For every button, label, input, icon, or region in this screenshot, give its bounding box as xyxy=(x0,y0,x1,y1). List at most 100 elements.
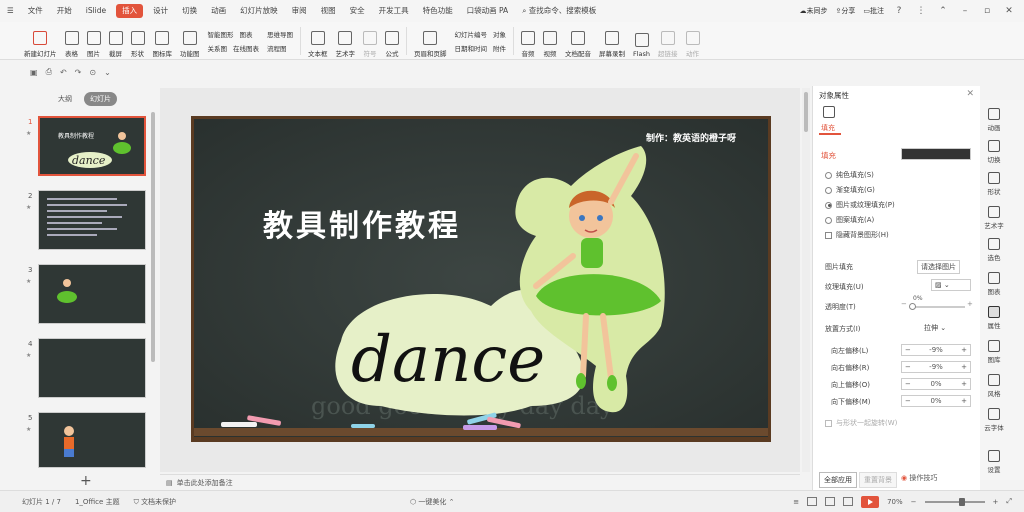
function-chart-button[interactable]: 功能图 xyxy=(176,24,204,58)
sidebar-style[interactable]: 风格 xyxy=(980,374,1008,398)
zoom-in-icon[interactable]: + xyxy=(993,498,999,506)
menu-animation[interactable]: 动画 xyxy=(204,0,233,22)
help-icon[interactable]: ? xyxy=(892,6,906,16)
action-button[interactable]: 动作 xyxy=(682,24,704,58)
slide-title[interactable]: 教具制作教程 xyxy=(263,209,461,244)
menu-insert[interactable]: 插入 xyxy=(116,4,144,18)
picture-fill-select[interactable]: 请选择图片 xyxy=(917,260,960,274)
sidebar-gallery[interactable]: 图库 xyxy=(980,340,1008,364)
add-slide-icon[interactable]: + xyxy=(80,473,92,489)
sidebar-art-text[interactable]: 艺术字 xyxy=(980,206,1008,230)
slide-thumb-1[interactable]: 教具制作教程 dance xyxy=(38,116,146,176)
sidebar-settings[interactable]: 设置 xyxy=(980,450,1008,474)
audio-button[interactable]: 音频 xyxy=(517,24,539,58)
redo-icon[interactable]: ↷ xyxy=(75,68,82,77)
menu-view[interactable]: 视图 xyxy=(314,0,343,22)
slide-canvas[interactable]: 制作：教英语的橙子呀 教具制作教程 good good study day da… xyxy=(191,116,771,442)
minimize-icon[interactable]: – xyxy=(958,6,972,16)
placement-select[interactable]: 拉伸 ⌄ xyxy=(921,322,950,334)
format-painter-icon[interactable]: ⊙ xyxy=(89,68,96,77)
slide-number-button[interactable]: 幻灯片编号 xyxy=(455,29,488,39)
notes-toggle-icon[interactable]: ≡ xyxy=(793,498,799,506)
textbox-button[interactable]: 文本框 xyxy=(304,24,332,58)
formula-button[interactable]: 公式 xyxy=(381,24,403,58)
sidebar-animation[interactable]: 动画 xyxy=(980,108,1008,132)
offset-down-stepper[interactable]: −0% + xyxy=(901,395,971,407)
menu-pocket-animation[interactable]: 口袋动画 PA xyxy=(460,0,516,22)
restore-icon[interactable]: ▫ xyxy=(980,6,994,16)
flash-button[interactable]: Flash xyxy=(629,24,654,58)
screen-record-button[interactable]: 屏幕录制 xyxy=(595,24,629,58)
menu-features[interactable]: 特色功能 xyxy=(416,0,460,22)
search-box[interactable]: ⌕ 查找命令、搜索模板 xyxy=(515,0,603,22)
sidebar-properties[interactable]: 属性 xyxy=(980,306,1008,330)
fill-section[interactable]: 填充 xyxy=(821,150,836,161)
close-icon[interactable]: ✕ xyxy=(1002,6,1016,16)
sorter-view-icon[interactable] xyxy=(825,497,836,506)
sidebar-chart[interactable]: 图表 xyxy=(980,272,1008,296)
sidebar-shape[interactable]: 形状 xyxy=(980,172,1008,196)
sidebar-color[interactable]: 选色 xyxy=(980,238,1008,262)
zoom-out-icon[interactable]: − xyxy=(911,498,917,506)
hamburger-icon[interactable]: ☰ xyxy=(0,0,21,22)
tab-slides[interactable]: 幻灯片 xyxy=(84,92,117,106)
apply-all-button[interactable]: 全部应用 xyxy=(819,472,857,488)
play-button[interactable] xyxy=(861,495,880,508)
panel-title[interactable]: 对象属性 xyxy=(819,90,849,101)
zoom-slider[interactable] xyxy=(924,497,985,506)
online-chart-button[interactable]: 在线图表 xyxy=(233,43,259,53)
sync-status[interactable]: ☁未同步 xyxy=(800,6,828,16)
save-icon[interactable]: ▣ xyxy=(30,68,38,77)
dub-button[interactable]: 文档配音 xyxy=(561,24,595,58)
menu-home[interactable]: 开始 xyxy=(50,0,79,22)
object-button[interactable]: 对象 xyxy=(493,29,506,39)
symbol-button[interactable]: 符号 xyxy=(359,24,381,58)
dance-word[interactable]: dance xyxy=(351,323,545,397)
menu-review[interactable]: 审阅 xyxy=(285,0,314,22)
attachment-button[interactable]: 附件 xyxy=(493,43,506,53)
chevron-down-icon[interactable]: ⌄ xyxy=(104,68,111,77)
slide-thumb-3[interactable] xyxy=(38,264,146,324)
slide-thumb-4[interactable] xyxy=(38,338,146,398)
menu-design[interactable]: 设计 xyxy=(146,0,175,22)
zoom-knob[interactable] xyxy=(958,497,965,506)
sidebar-transition[interactable]: 切换 xyxy=(980,140,1008,164)
smart-graphic-button[interactable]: 智能图形 xyxy=(208,29,234,39)
normal-view-icon[interactable] xyxy=(807,497,818,506)
table-button[interactable]: 表格 xyxy=(61,24,83,58)
comment-button[interactable]: ▭批注 xyxy=(863,6,884,16)
offset-up-stepper[interactable]: −0% + xyxy=(901,378,971,390)
art-text-button[interactable]: 艺术字 xyxy=(332,24,360,58)
menu-slideshow[interactable]: 幻灯片放映 xyxy=(233,0,285,22)
tab-outline[interactable]: 大纲 xyxy=(52,92,78,106)
fit-window-icon[interactable]: ⤢ xyxy=(1006,497,1012,506)
hide-bg-checkbox[interactable]: 隐藏背景图形(H) xyxy=(825,230,889,240)
menu-transition[interactable]: 切换 xyxy=(175,0,204,22)
more-icon[interactable]: ⋮ xyxy=(914,6,928,16)
slider-knob[interactable] xyxy=(909,303,916,310)
slide-thumb-5[interactable] xyxy=(38,412,146,468)
close-icon[interactable]: ✕ xyxy=(966,89,974,99)
panel-scrollbar[interactable] xyxy=(151,112,155,362)
flowchart-button[interactable]: 流程图 xyxy=(267,43,287,53)
rotate-with-shape-checkbox[interactable]: 与形状一起旋转(W) xyxy=(825,418,897,428)
reset-background-button[interactable]: 重置背景 xyxy=(859,472,897,488)
relation-button[interactable]: 关系图 xyxy=(208,43,228,53)
tips-link[interactable]: ◉ 操作技巧 xyxy=(901,473,937,483)
scroll-thumb[interactable] xyxy=(804,92,808,132)
sidebar-cloud-font[interactable]: 云字体 xyxy=(980,408,1008,432)
zoom-level[interactable]: 70% xyxy=(887,498,903,506)
reading-view-icon[interactable] xyxy=(843,497,854,506)
shape-button[interactable]: 形状 xyxy=(127,24,149,58)
canvas-scrollbar[interactable] xyxy=(802,88,810,472)
menu-file[interactable]: 文件 xyxy=(21,0,50,22)
menu-developer[interactable]: 开发工具 xyxy=(372,0,416,22)
hyperlink-button[interactable]: 超链接 xyxy=(654,24,682,58)
share-button[interactable]: ⇪分享 xyxy=(836,6,856,16)
offset-left-stepper[interactable]: − -9% + xyxy=(901,344,971,356)
mindmap-button[interactable]: 思维导图 xyxy=(267,29,293,39)
credit-text[interactable]: 制作：教英语的橙子呀 xyxy=(646,132,736,144)
option-picture-fill[interactable]: 图片或纹理填充(P) xyxy=(825,200,895,210)
menu-security[interactable]: 安全 xyxy=(343,0,372,22)
notes-bar[interactable]: ▤ 单击此处添加备注 xyxy=(160,474,800,490)
